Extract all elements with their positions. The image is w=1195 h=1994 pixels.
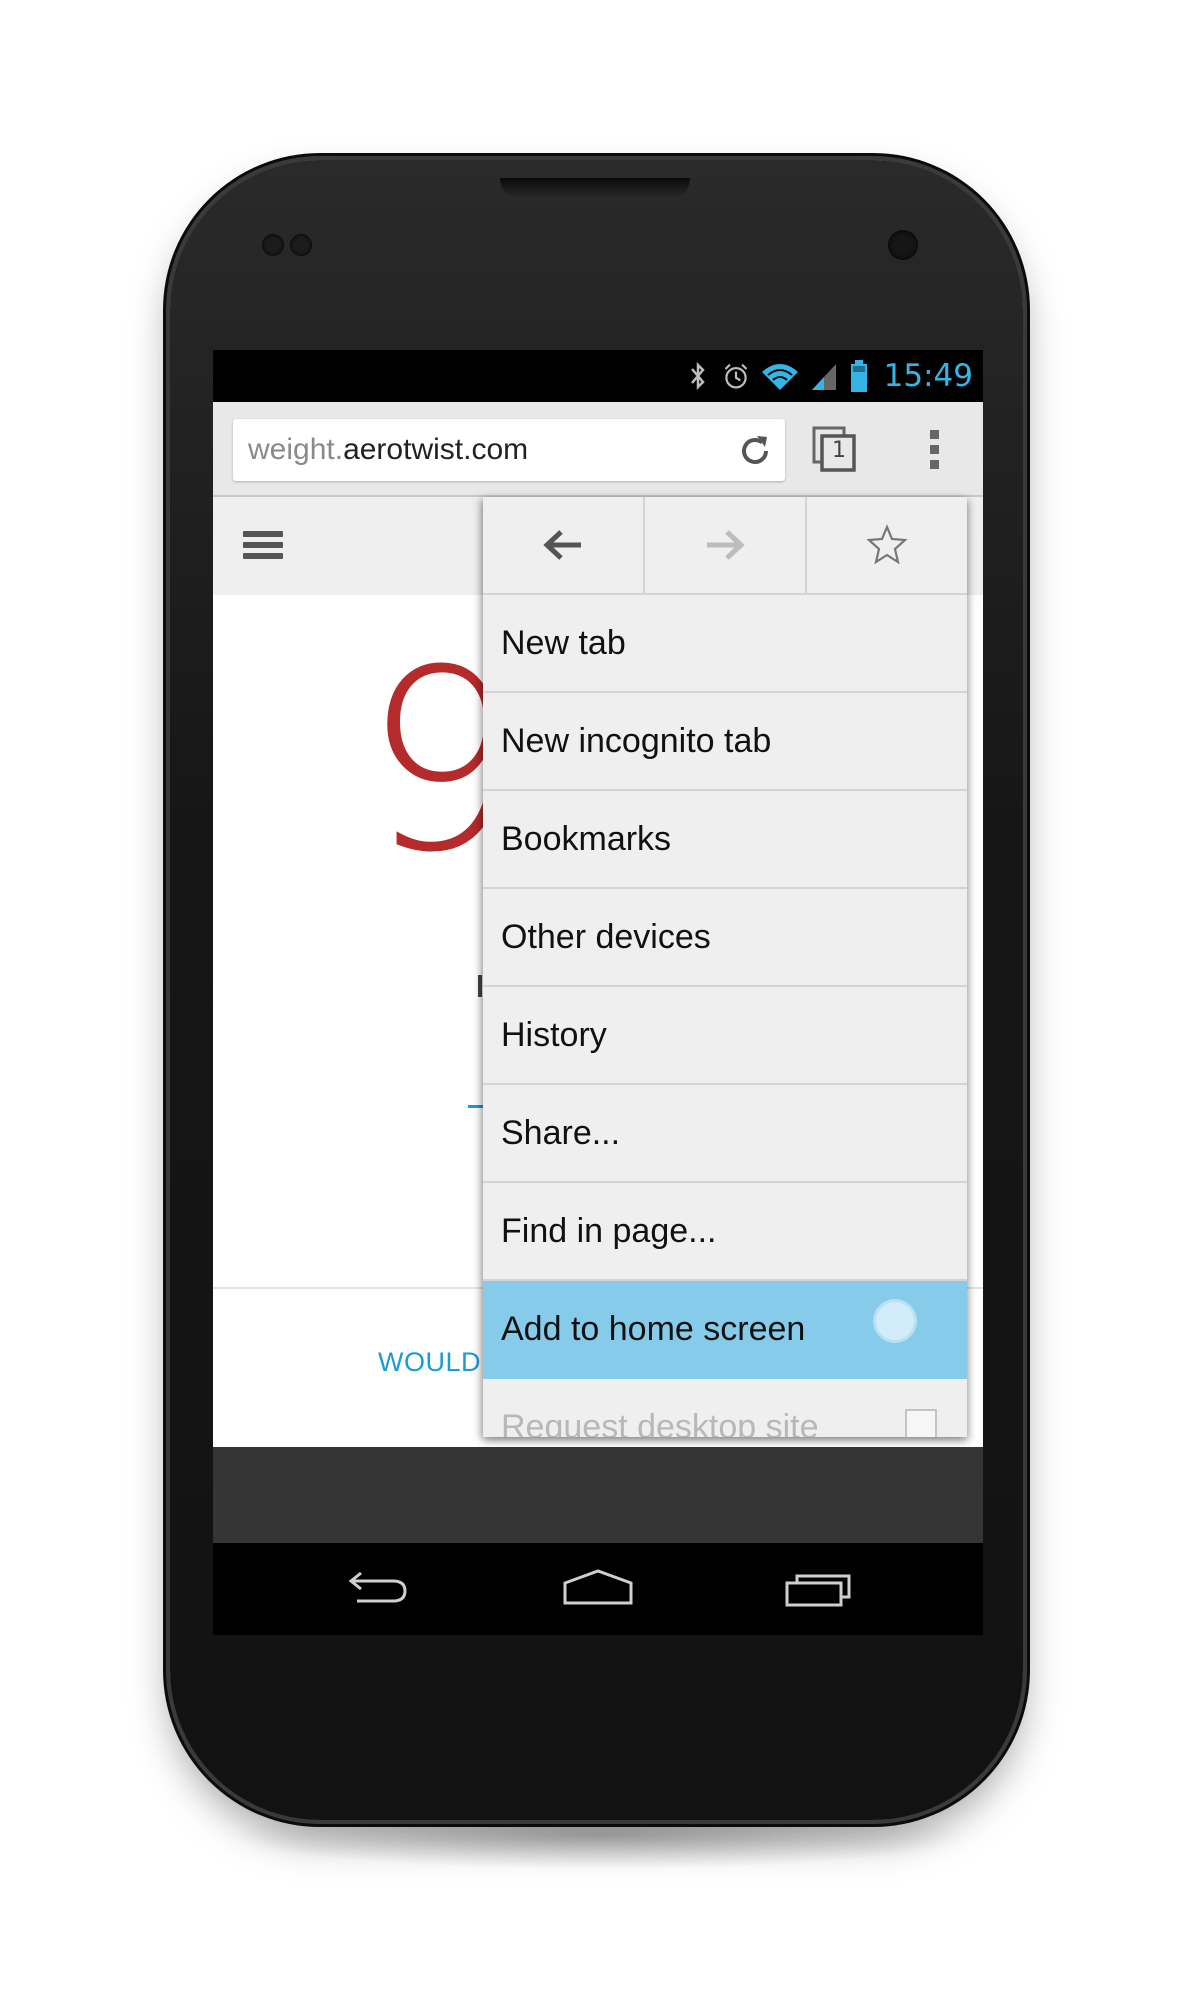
page-fragment-link <box>468 1105 484 1108</box>
recent-apps-icon[interactable] <box>773 1565 863 1615</box>
page-footer-band <box>213 1447 983 1543</box>
menu-item-add-to-home-screen[interactable]: Add to home screen <box>483 1281 967 1379</box>
light-sensor <box>290 234 312 256</box>
system-nav-bar <box>213 1543 983 1635</box>
alarm-icon <box>722 359 750 393</box>
browser-toolbar: weight.aerotwist.com 1 <box>213 402 983 497</box>
hamburger-menu-icon[interactable] <box>243 531 283 561</box>
bluetooth-icon <box>684 359 712 393</box>
status-bar: 15:49 <box>213 350 983 402</box>
url-text[interactable]: weight.aerotwist.com <box>248 433 528 467</box>
home-nav-icon[interactable] <box>553 1565 643 1615</box>
menu-forward-button[interactable] <box>645 497 807 593</box>
device-screen: 15:49 weight.aerotwist.com 1 9 WOULD New… <box>213 350 983 1635</box>
menu-item-label: Request desktop site <box>501 1408 819 1437</box>
wifi-icon <box>760 359 800 393</box>
battery-icon <box>848 359 870 393</box>
forward-arrow-icon <box>707 530 745 560</box>
menu-item-new-tab[interactable]: New tab <box>483 595 967 693</box>
menu-back-button[interactable] <box>483 497 645 593</box>
tab-count: 1 <box>832 438 846 463</box>
earpiece-speaker <box>500 178 690 200</box>
overflow-menu: New tab New incognito tab Bookmarks Othe… <box>483 497 967 1437</box>
menu-item-find-in-page[interactable]: Find in page... <box>483 1183 967 1281</box>
touch-indicator <box>873 1299 917 1343</box>
back-nav-icon[interactable] <box>333 1565 423 1615</box>
star-icon <box>866 524 908 565</box>
omnibox[interactable]: weight.aerotwist.com <box>233 419 785 481</box>
url-domain: aerotwist.com <box>343 433 529 466</box>
tab-switcher-button[interactable]: 1 <box>810 424 860 474</box>
proximity-sensor <box>262 234 284 256</box>
menu-item-request-desktop-site[interactable]: Request desktop site <box>483 1379 967 1437</box>
menu-item-new-incognito-tab[interactable]: New incognito tab <box>483 693 967 791</box>
menu-item-other-devices[interactable]: Other devices <box>483 889 967 987</box>
menu-item-label: Add to home screen <box>501 1310 806 1348</box>
overflow-menu-icon[interactable] <box>925 426 945 474</box>
signal-icon <box>810 359 838 393</box>
menu-nav-row <box>483 497 967 595</box>
teaser-link[interactable]: WOULD <box>378 1347 481 1378</box>
request-desktop-checkbox[interactable] <box>905 1409 937 1437</box>
page-fragment <box>478 975 482 997</box>
menu-item-share[interactable]: Share... <box>483 1085 967 1183</box>
front-camera <box>888 230 918 260</box>
back-arrow-icon <box>543 530 581 560</box>
reload-icon[interactable] <box>735 431 775 471</box>
menu-bookmark-star-button[interactable] <box>807 497 967 593</box>
status-clock: 15:49 <box>883 358 973 394</box>
menu-item-history[interactable]: History <box>483 987 967 1085</box>
menu-item-bookmarks[interactable]: Bookmarks <box>483 791 967 889</box>
url-prefix: weight. <box>248 433 344 466</box>
